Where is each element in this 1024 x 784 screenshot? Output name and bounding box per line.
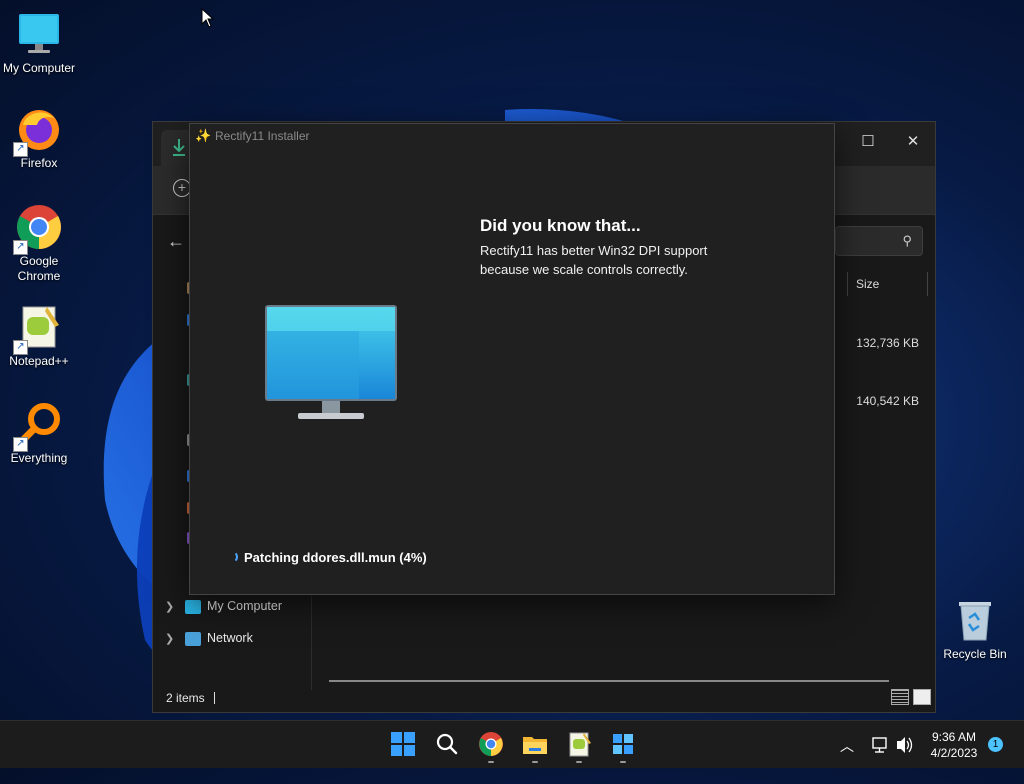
nav-item-label: Network: [207, 631, 253, 645]
shortcut-arrow-icon: ↗: [13, 142, 28, 157]
show-hidden-icons-button[interactable]: ︿: [840, 736, 856, 784]
taskbar-file-explorer[interactable]: [521, 730, 549, 758]
desktop-icon-label: My Computer: [2, 61, 76, 75]
computer-monitor-icon: [265, 305, 397, 419]
status-bar: 2 items: [153, 684, 935, 712]
monitor-icon: [15, 10, 63, 58]
notepad-plus-plus-icon: [569, 732, 591, 757]
desktop-icon-label: Everything: [10, 451, 68, 465]
desktop-icon-notepad-plus-plus[interactable]: ↗ Notepad++: [0, 303, 78, 368]
monitor-icon: [185, 599, 201, 614]
network-status-icon[interactable]: [871, 721, 889, 769]
column-header-size[interactable]: Size: [847, 272, 927, 296]
file-explorer-icon: [523, 737, 547, 754]
shortcut-arrow-icon: ↗: [13, 437, 28, 452]
running-indicator: [488, 761, 494, 763]
running-indicator: [532, 761, 538, 763]
close-button[interactable]: ✕: [893, 128, 933, 156]
notification-badge[interactable]: 1: [988, 737, 1003, 752]
items-count: 2 items: [166, 691, 205, 705]
search-icon: [436, 733, 458, 755]
chevron-right-icon[interactable]: ❯: [165, 628, 185, 650]
running-indicator: [620, 761, 626, 763]
sparkle-icon: ✨: [195, 128, 212, 143]
details-view-button[interactable]: [891, 689, 909, 705]
search-icon: ⚲: [902, 233, 912, 248]
tiles-view-button[interactable]: [913, 689, 931, 705]
horizontal-scrollbar[interactable]: [329, 680, 889, 682]
start-button[interactable]: [389, 730, 417, 758]
column-divider: [927, 272, 928, 296]
status-divider: [214, 692, 215, 704]
system-clock[interactable]: 9:36 AM 4/2/2023: [920, 729, 988, 761]
file-size-cell: 140,542 KB: [856, 394, 919, 408]
volume-icon[interactable]: [895, 721, 913, 769]
rectify11-installer-icon: [613, 734, 633, 754]
file-size-cell: 132,736 KB: [856, 336, 919, 350]
search-input[interactable]: ⚲: [835, 226, 923, 256]
shortcut-arrow-icon: ↗: [13, 240, 28, 255]
taskbar-notepad-plus-plus[interactable]: [565, 730, 593, 758]
firefox-icon: ↗: [13, 105, 63, 157]
start-icon: [391, 732, 415, 756]
chevron-right-icon[interactable]: ❯: [165, 596, 185, 618]
notepad-plus-plus-icon: ↗: [13, 303, 63, 355]
desktop-icon-label: Notepad++: [9, 354, 69, 368]
rectify11-installer-window[interactable]: ✨ Rectify11 Installer Did you know that.…: [189, 123, 835, 595]
running-indicator: [576, 761, 582, 763]
taskbar: ︿ 9:36 AM 4/2/2023 1: [0, 720, 1024, 768]
everything-icon: ↗: [13, 400, 63, 452]
tip-body: Rectify11 has better Win32 DPI support b…: [480, 241, 780, 279]
loading-spinner: [226, 551, 238, 563]
desktop-icon-chrome[interactable]: ↗ Google Chrome: [0, 203, 78, 284]
taskbar-rectify11-installer[interactable]: [609, 730, 637, 758]
desktop-icon-everything[interactable]: ↗ Everything: [0, 400, 78, 465]
desktop-icon-label: Firefox: [20, 156, 58, 170]
install-status: Patching ddores.dll.mun (4%): [244, 550, 427, 565]
chevron-up-icon: ︿: [840, 738, 854, 754]
nav-item-my-computer[interactable]: ❯ My Computer: [165, 595, 282, 617]
maximize-button[interactable]: ☐: [848, 128, 888, 156]
clock-date: 4/2/2023: [930, 746, 978, 760]
desktop-icon-recycle-bin[interactable]: Recycle Bin: [938, 596, 1012, 661]
recycle-bin-icon: [959, 602, 991, 641]
nav-item-network[interactable]: ❯ Network: [165, 627, 253, 649]
nav-item-label: My Computer: [207, 599, 283, 613]
search-button[interactable]: [433, 730, 461, 758]
desktop-icon-label: Google Chrome: [17, 254, 61, 283]
desktop-icon-label: Recycle Bin: [943, 647, 1007, 661]
tip-body-line: Rectify11 has better Win32 DPI support: [480, 243, 708, 258]
tip-body-line: because we scale controls correctly.: [480, 262, 688, 277]
back-arrow-icon[interactable]: ←: [167, 231, 185, 252]
taskbar-chrome[interactable]: [477, 730, 505, 758]
desktop-icon-firefox[interactable]: ↗ Firefox: [0, 105, 78, 170]
clock-time: 9:36 AM: [931, 730, 977, 744]
mouse-cursor-icon: [201, 8, 215, 28]
shortcut-arrow-icon: ↗: [13, 340, 28, 355]
chrome-icon: ↗: [13, 203, 63, 255]
tip-heading: Did you know that...: [480, 216, 641, 235]
window-title: Rectify11 Installer: [215, 129, 310, 143]
desktop-icon-my-computer[interactable]: My Computer: [0, 10, 78, 75]
network-icon: [185, 631, 201, 646]
chrome-icon: [479, 732, 503, 756]
